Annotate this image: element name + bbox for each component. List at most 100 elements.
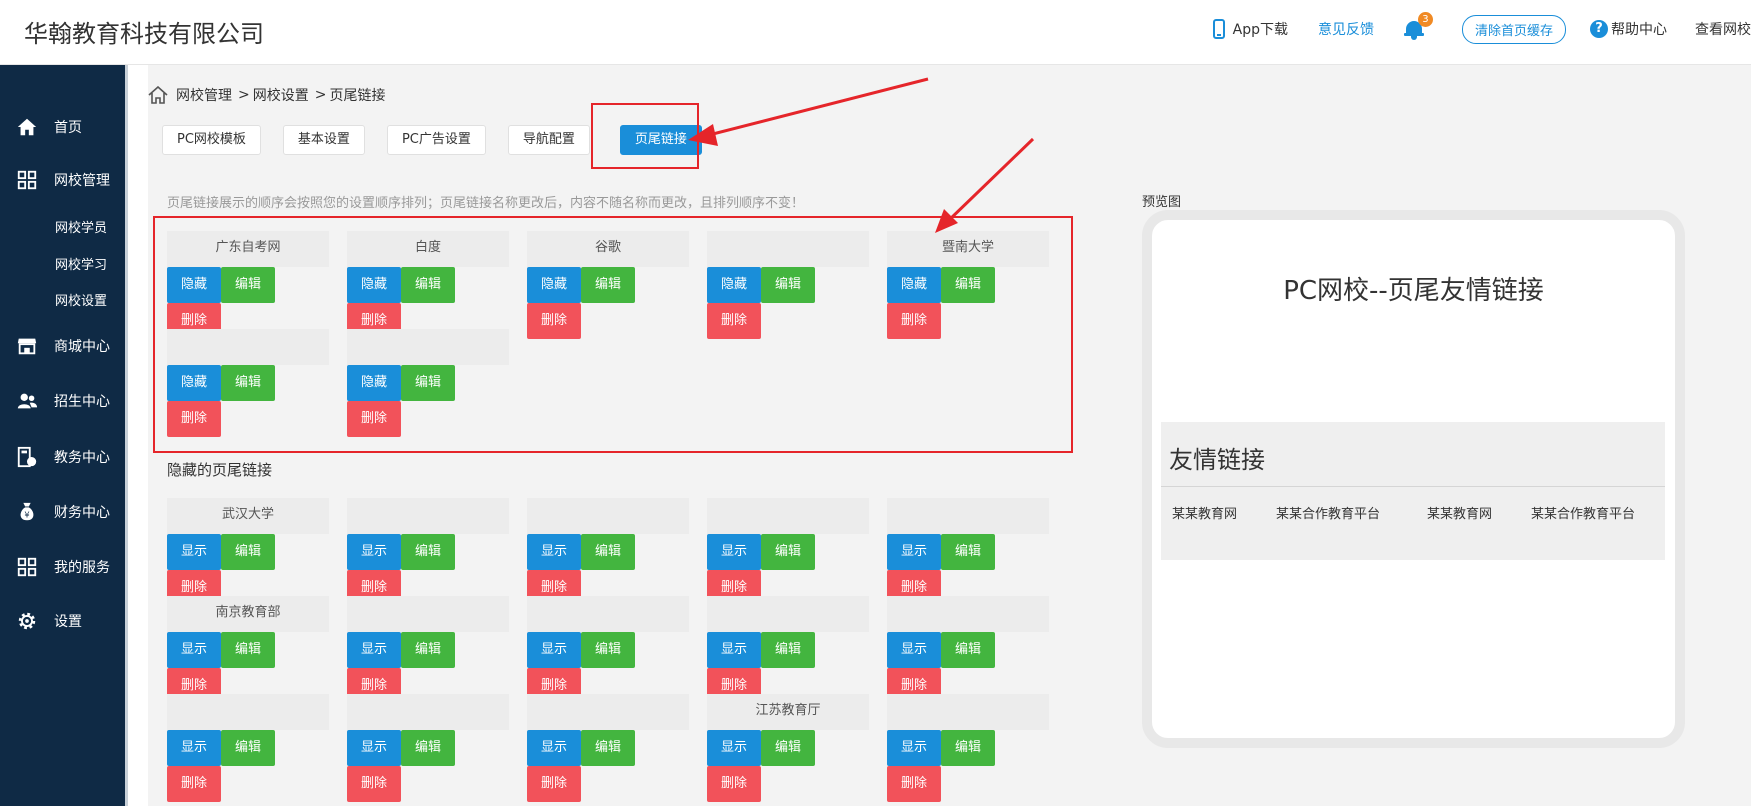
delete-button[interactable]: 删除: [167, 766, 221, 802]
feedback-link[interactable]: 意见反馈: [1318, 19, 1374, 39]
list-item: 显示 编辑 删除: [167, 694, 329, 802]
company-name: 华翰教育科技有限公司: [24, 20, 264, 48]
clear-cache-button[interactable]: 清除首页缓存: [1461, 14, 1566, 44]
phone-icon: [1212, 19, 1225, 39]
hidden-links-grid: 武汉大学 显示 编辑 删除 显示 编辑 删除 显示 编辑 删除 显示 编辑 删除…: [167, 498, 1049, 802]
friend-links-section: 友情链接 某某教育网 某某合作教育平台 某某教育网 某某合作教育平台: [1161, 422, 1665, 560]
preview-title: PC网校--页尾友情链接: [1283, 276, 1544, 306]
list-item: 暨南大学 隐藏 编辑 删除: [887, 231, 1049, 339]
show-button[interactable]: 显示: [347, 534, 401, 570]
hide-button[interactable]: 隐藏: [347, 365, 401, 401]
delete-button[interactable]: 删除: [887, 303, 941, 339]
sidebar-item-label: 网校管理: [54, 173, 110, 189]
link-name: 谷歌: [527, 231, 689, 267]
tab-navigation[interactable]: 导航配置: [507, 125, 590, 155]
hide-button[interactable]: 隐藏: [167, 365, 221, 401]
hide-button[interactable]: 隐藏: [527, 267, 581, 303]
show-button[interactable]: 显示: [707, 632, 761, 668]
show-button[interactable]: 显示: [887, 632, 941, 668]
link-name: [707, 498, 869, 534]
edit-button[interactable]: 编辑: [941, 534, 995, 570]
edit-button[interactable]: 编辑: [761, 730, 815, 766]
view-school-link[interactable]: 查看网校: [1695, 19, 1751, 39]
home-icon: [16, 116, 38, 138]
preview-link: 某某合作教育平台: [1276, 507, 1381, 522]
edit-button[interactable]: 编辑: [941, 267, 995, 303]
delete-button[interactable]: 删除: [347, 401, 401, 437]
sidebar-item-store[interactable]: 商城中心: [0, 332, 125, 360]
edit-button[interactable]: 编辑: [761, 267, 815, 303]
sidebar-item-settings[interactable]: 设置: [0, 607, 125, 635]
delete-button[interactable]: 删除: [347, 766, 401, 802]
sidebar-item-my-services[interactable]: 我的服务: [0, 553, 125, 581]
submenu-item-students[interactable]: 网校学员: [55, 217, 107, 236]
sidebar-item-label: 教务中心: [54, 450, 110, 466]
breadcrumb-item[interactable]: 网校管理: [176, 85, 232, 105]
delete-button[interactable]: 删除: [527, 303, 581, 339]
edit-button[interactable]: 编辑: [941, 632, 995, 668]
home-icon[interactable]: [148, 85, 168, 104]
link-name: [887, 498, 1049, 534]
delete-button[interactable]: 删除: [167, 401, 221, 437]
edit-button[interactable]: 编辑: [761, 632, 815, 668]
delete-button[interactable]: 删除: [527, 766, 581, 802]
delete-button[interactable]: 删除: [707, 766, 761, 802]
edit-button[interactable]: 编辑: [941, 730, 995, 766]
show-button[interactable]: 显示: [527, 534, 581, 570]
link-name: [707, 596, 869, 632]
help-center-link[interactable]: ? 帮助中心: [1590, 19, 1667, 39]
edit-button[interactable]: 编辑: [221, 534, 275, 570]
hide-button[interactable]: 隐藏: [167, 267, 221, 303]
edit-button[interactable]: 编辑: [221, 730, 275, 766]
sidebar-item-home[interactable]: 首页: [0, 113, 125, 141]
help-center-label: 帮助中心: [1611, 22, 1667, 38]
show-button[interactable]: 显示: [167, 632, 221, 668]
edit-button[interactable]: 编辑: [401, 632, 455, 668]
delete-button[interactable]: 删除: [887, 766, 941, 802]
show-button[interactable]: 显示: [527, 730, 581, 766]
show-button[interactable]: 显示: [167, 534, 221, 570]
list-item: 南京教育部 显示 编辑 删除: [167, 596, 329, 704]
edit-button[interactable]: 编辑: [581, 730, 635, 766]
sidebar-item-finance[interactable]: ¥ 财务中心: [0, 498, 125, 526]
show-button[interactable]: 显示: [707, 534, 761, 570]
edit-button[interactable]: 编辑: [581, 632, 635, 668]
edit-button[interactable]: 编辑: [401, 534, 455, 570]
edit-button[interactable]: 编辑: [761, 534, 815, 570]
edit-button[interactable]: 编辑: [221, 267, 275, 303]
edit-button[interactable]: 编辑: [401, 267, 455, 303]
show-button[interactable]: 显示: [527, 632, 581, 668]
app-download-label: App下载: [1232, 22, 1288, 38]
sidebar-item-label: 商城中心: [54, 339, 110, 355]
edit-button[interactable]: 编辑: [581, 534, 635, 570]
chevron-right-icon: >: [314, 87, 327, 103]
edit-button[interactable]: 编辑: [221, 632, 275, 668]
edit-button[interactable]: 编辑: [401, 730, 455, 766]
edit-button[interactable]: 编辑: [581, 267, 635, 303]
hide-button[interactable]: 隐藏: [707, 267, 761, 303]
sidebar-item-school-management[interactable]: 网校管理: [0, 166, 125, 194]
hide-button[interactable]: 隐藏: [347, 267, 401, 303]
notification-button[interactable]: 3: [1403, 12, 1433, 40]
sidebar-item-enrollment[interactable]: 招生中心: [0, 387, 125, 415]
delete-button[interactable]: 删除: [707, 303, 761, 339]
tab-basic-settings[interactable]: 基本设置: [282, 125, 365, 155]
show-button[interactable]: 显示: [347, 632, 401, 668]
breadcrumb-item[interactable]: 网校设置: [253, 85, 309, 105]
submenu-item-settings[interactable]: 网校设置: [55, 290, 107, 309]
tab-pc-ads[interactable]: PC广告设置: [386, 125, 486, 155]
list-item: 隐藏 编辑 删除: [347, 329, 509, 437]
edit-button[interactable]: 编辑: [221, 365, 275, 401]
tab-pc-template[interactable]: PC网校模板: [162, 125, 261, 155]
show-button[interactable]: 显示: [887, 534, 941, 570]
show-button[interactable]: 显示: [707, 730, 761, 766]
show-button[interactable]: 显示: [167, 730, 221, 766]
show-button[interactable]: 显示: [887, 730, 941, 766]
app-download-link[interactable]: App下载: [1212, 19, 1288, 39]
sidebar-item-academic[interactable]: 教务中心: [0, 443, 125, 471]
edit-button[interactable]: 编辑: [401, 365, 455, 401]
list-item: 谷歌 隐藏 编辑 删除: [527, 231, 689, 339]
submenu-item-learning[interactable]: 网校学习: [55, 254, 107, 273]
show-button[interactable]: 显示: [347, 730, 401, 766]
hide-button[interactable]: 隐藏: [887, 267, 941, 303]
